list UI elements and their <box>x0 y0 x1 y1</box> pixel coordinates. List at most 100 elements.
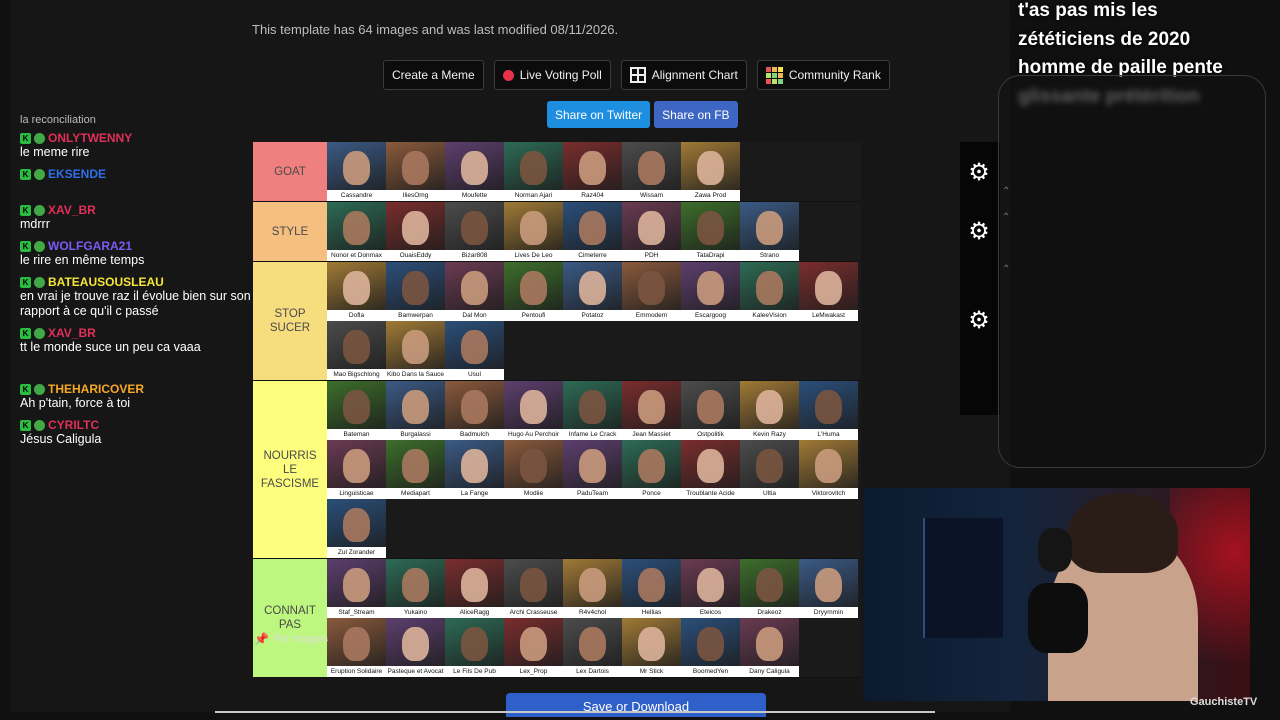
tier-tile[interactable]: Kibo Dans la Sauce <box>386 321 445 380</box>
chat-username-row: K WOLFGARA21 <box>20 239 264 253</box>
chat-username[interactable]: WOLFGARA21 <box>48 239 132 253</box>
tier-tile[interactable]: Dryymmin <box>799 559 858 618</box>
tier-tile[interactable]: Badmulch <box>445 381 504 440</box>
tier-tile[interactable]: Dany Caligula <box>740 618 799 677</box>
avatar <box>638 271 665 305</box>
tier-tile[interactable]: Ostpolitik <box>681 381 740 440</box>
tier-tile[interactable]: Bamwerpan <box>386 262 445 321</box>
tier-tile[interactable]: Zul Zorander <box>327 499 386 558</box>
tier-tile[interactable]: Norman Ajari <box>504 142 563 201</box>
chat-username[interactable]: THEHARICOVER <box>48 382 144 396</box>
chat-username[interactable]: EKSENDE <box>48 167 106 181</box>
tier-tile[interactable]: Moufette <box>445 142 504 201</box>
avatar <box>520 627 547 661</box>
tier-tile[interactable]: Mr Stick <box>622 618 681 677</box>
tier-tile[interactable]: Jean Massiet <box>622 381 681 440</box>
tier-tile[interactable]: Potatoz <box>563 262 622 321</box>
tier-tile[interactable]: TataDrapi <box>681 202 740 261</box>
tier-tile[interactable]: Bizar808 <box>445 202 504 261</box>
tier-label[interactable]: GOAT <box>253 142 327 201</box>
tier-label[interactable]: STOP SUCER <box>253 262 327 380</box>
tier-tile[interactable]: Wissam <box>622 142 681 201</box>
gear-icon[interactable]: ⚙ <box>964 306 994 336</box>
tier-tile[interactable]: Troublante Acide <box>681 440 740 499</box>
tier-tile[interactable]: Pasteque et Avocat <box>386 618 445 677</box>
chat-username[interactable]: BATEAUSOUSLEAU <box>48 275 164 289</box>
tier-tile[interactable]: Viktorovitch <box>799 440 858 499</box>
tier-tile[interactable]: Bateman <box>327 381 386 440</box>
community-rank-button[interactable]: Community Rank <box>756 60 890 90</box>
tier-tile[interactable]: Nonor et Donmax <box>327 202 386 261</box>
tier-tile[interactable]: AliceRagg <box>445 559 504 618</box>
tier-tile[interactable]: Hugo Au Perchoir <box>504 381 563 440</box>
tier-tile[interactable]: Cimeterre <box>563 202 622 261</box>
tier-tile[interactable]: Cassandre <box>327 142 386 201</box>
chat-reply-context: la reconciliation <box>20 114 96 126</box>
tier-tile[interactable]: La Fange <box>445 440 504 499</box>
tier-tile[interactable]: PDH <box>622 202 681 261</box>
pin-images-toggle[interactable]: 📌 Pin Images <box>254 632 328 646</box>
save-download-button[interactable]: Save or Download <box>506 693 766 717</box>
tier-tile[interactable]: Zawa Prod <box>681 142 740 201</box>
tier-tile[interactable]: Eteicos <box>681 559 740 618</box>
tier-tile[interactable]: Burgalassi <box>386 381 445 440</box>
chat-text: mdrrr <box>20 217 50 231</box>
tier-tile[interactable]: Yukaino <box>386 559 445 618</box>
tier-tile[interactable]: Mediapart <box>386 440 445 499</box>
tier-label[interactable]: NOURRIS LE FASCISME <box>253 381 327 558</box>
chat-username[interactable]: XAV_BR <box>48 203 96 217</box>
tier-tile[interactable]: Lives De Leo <box>504 202 563 261</box>
tier-tile[interactable]: Lex_Prop <box>504 618 563 677</box>
tier-tile[interactable]: KaleeVision <box>740 262 799 321</box>
live-voting-poll-button[interactable]: Live Voting Poll <box>493 60 611 90</box>
tier-tile[interactable]: Staf_Stream <box>327 559 386 618</box>
tier-tile[interactable]: Hellias <box>622 559 681 618</box>
tile-caption: Cassandre <box>327 190 386 201</box>
tier-tile[interactable]: IliesOmg <box>386 142 445 201</box>
tier-tile[interactable]: Lex Dartois <box>563 618 622 677</box>
tier-tile[interactable]: Pentoufi <box>504 262 563 321</box>
tier-tile[interactable]: Emmodem <box>622 262 681 321</box>
tier-tile[interactable]: L'Huma <box>799 381 858 440</box>
tier-tile[interactable]: Kevin Razy <box>740 381 799 440</box>
create-meme-button[interactable]: Create a Meme <box>383 60 484 90</box>
tier-tile[interactable]: Linguisticae <box>327 440 386 499</box>
tier-tile[interactable]: LeMwakast <box>799 262 858 321</box>
tier-tile[interactable]: Infame Le Crack <box>563 381 622 440</box>
tile-caption: Escargoog <box>681 310 740 321</box>
chat-username[interactable]: ONLYTWENNY <box>48 131 132 145</box>
tier-tile[interactable]: Strano <box>740 202 799 261</box>
tier-tile[interactable]: BoomedYen <box>681 618 740 677</box>
tier-tile[interactable]: Usul <box>445 321 504 380</box>
tier-tile[interactable]: Dal Mon <box>445 262 504 321</box>
tier-label[interactable]: STYLE <box>253 202 327 261</box>
tier-tile[interactable]: Ponce <box>622 440 681 499</box>
tier-tile[interactable]: Escargoog <box>681 262 740 321</box>
chat-username[interactable]: CYRILTC <box>48 418 99 432</box>
tier-label[interactable]: CONNAIT PAS <box>253 559 327 677</box>
tier-tile[interactable]: Modiie <box>504 440 563 499</box>
tile-caption: Drakeoz <box>740 607 799 618</box>
tier-tile[interactable]: Ultia <box>740 440 799 499</box>
tier-tile[interactable]: Dofla <box>327 262 386 321</box>
share-twitter-button[interactable]: Share on Twitter <box>547 101 651 128</box>
scroll-track <box>215 711 935 713</box>
tile-caption: AliceRagg <box>445 607 504 618</box>
tier-tile[interactable]: R4v4chol <box>563 559 622 618</box>
gear-icon[interactable]: ⚙ <box>964 158 994 188</box>
avatar <box>520 449 547 483</box>
share-facebook-button[interactable]: Share on FB <box>654 101 738 128</box>
tier-tile[interactable]: Eruption Solidaire <box>327 618 386 677</box>
avatar <box>402 330 429 364</box>
tier-tile[interactable]: Le Fils De Pub <box>445 618 504 677</box>
tier-tile[interactable]: Archi Crasseuse <box>504 559 563 618</box>
tier-tile[interactable]: OuaisEddy <box>386 202 445 261</box>
tile-caption: Troublante Acide <box>681 488 740 499</box>
gear-icon[interactable]: ⚙ <box>964 217 994 247</box>
tier-tile[interactable]: PaduTeam <box>563 440 622 499</box>
alignment-chart-button[interactable]: Alignment Chart <box>620 60 747 90</box>
tier-tile[interactable]: Drakeoz <box>740 559 799 618</box>
tier-tile[interactable]: Raz404 <box>563 142 622 201</box>
chat-username[interactable]: XAV_BR <box>48 326 96 340</box>
tier-tile[interactable]: Mao Bigschlong <box>327 321 386 380</box>
